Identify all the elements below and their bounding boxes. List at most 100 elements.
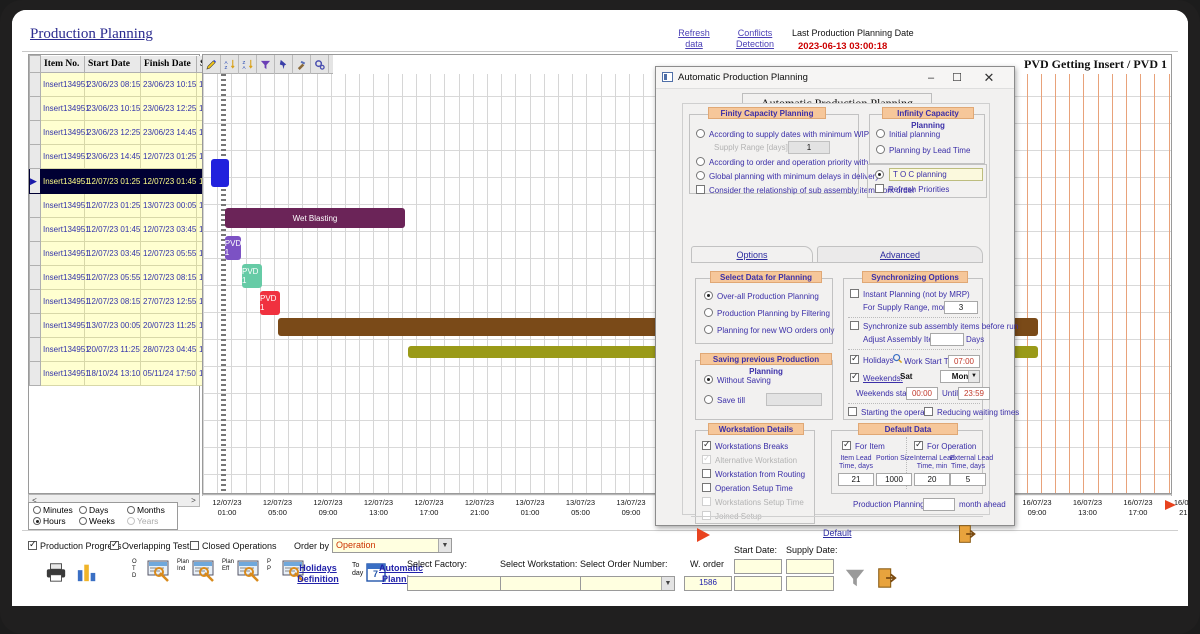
sync-sub-assembly-checkbox[interactable]: Synchronize sub assembly items before ru… <box>850 321 1018 331</box>
save-till-field[interactable] <box>766 393 822 406</box>
cell-item-no[interactable]: Insert134951 <box>40 289 90 314</box>
chevron-down-icon[interactable]: ▼ <box>661 577 674 590</box>
table-row[interactable]: Insert134951 13/07/23 00:05 20/07/23 11:25… <box>29 313 211 338</box>
checkbox-production-progress[interactable]: Production Progress <box>28 539 122 551</box>
cell-start-date[interactable]: 20/07/23 11:25 <box>84 337 141 362</box>
default-field-1-value[interactable]: 1000 <box>876 473 912 486</box>
cell-start-date[interactable]: 23/06/23 08:15 <box>84 72 141 97</box>
holidays-checkbox[interactable]: Holidays <box>850 353 894 365</box>
print-icon[interactable] <box>44 561 68 586</box>
finity-option-supply-dates[interactable]: According to supply dates with minimum W… <box>696 129 869 139</box>
time-unit-months[interactable]: Months <box>127 505 165 515</box>
cell-item-no[interactable]: Insert134951 <box>40 337 90 362</box>
table-row[interactable]: Insert134951 20/07/23 11:25 28/07/23 04:45… <box>29 337 211 362</box>
gantt-bar[interactable]: Wet Blasting <box>225 208 405 228</box>
select-data-option-1[interactable]: Production Planning by Filtering <box>704 308 830 318</box>
default-field-0-value[interactable]: 21 <box>838 473 874 486</box>
until-field[interactable]: 23:59 <box>958 387 990 400</box>
cell-item-no[interactable]: Insert134951 <box>40 193 90 218</box>
row-selector[interactable] <box>29 96 41 121</box>
weekends-checkbox[interactable]: Weekends: <box>850 371 903 383</box>
dialog-titlebar[interactable]: Automatic Production Planning – ☐ ✕ <box>656 67 1014 89</box>
magnifier-icon[interactable] <box>892 353 903 367</box>
cell-finish-date[interactable]: 23/06/23 12:25 <box>140 96 197 121</box>
cell-start-date[interactable]: 23/06/23 14:45 <box>84 144 141 169</box>
settings-gears-icon[interactable] <box>311 55 329 74</box>
time-unit-days[interactable]: Days <box>79 505 108 515</box>
starting-in-break-checkbox[interactable]: Starting the operation in a bre <box>848 407 924 417</box>
hammer-icon[interactable] <box>293 55 311 74</box>
row-selector[interactable] <box>29 289 41 314</box>
plan-eff-icon[interactable]: Plan Eff <box>222 559 266 587</box>
cell-finish-date[interactable]: 28/07/23 04:45 <box>140 337 197 362</box>
cell-finish-date[interactable]: 12/07/23 03:45 <box>140 217 197 242</box>
row-selector[interactable] <box>29 361 41 386</box>
exit-door-icon[interactable] <box>957 524 977 547</box>
row-selector[interactable] <box>29 193 41 218</box>
gantt-bar[interactable] <box>211 159 229 187</box>
cell-finish-date[interactable]: 12/07/23 05:55 <box>140 241 197 266</box>
cell-start-date[interactable]: 18/10/24 13:10 <box>84 361 141 386</box>
cell-finish-date[interactable]: 12/07/23 01:45 <box>140 168 197 194</box>
select-data-option-0[interactable]: Over-all Production Planning <box>704 291 819 301</box>
cell-finish-date[interactable]: 23/06/23 10:15 <box>140 72 197 97</box>
sort-ascending-icon[interactable]: AZ <box>221 55 239 74</box>
close-button[interactable]: ✕ <box>976 69 1002 87</box>
row-selector[interactable] <box>29 265 41 290</box>
table-row[interactable]: Insert134951 12/07/23 03:45 12/07/23 05:55… <box>29 241 211 266</box>
automatic-production-planning-dialog[interactable]: Automatic Production Planning – ☐ ✕ Auto… <box>655 66 1019 543</box>
red-flag-run-icon[interactable] <box>697 528 710 542</box>
cell-finish-date[interactable]: 12/07/23 01:25 <box>140 144 197 169</box>
chart-icon[interactable] <box>76 561 98 586</box>
cell-start-date[interactable]: 23/06/23 12:25 <box>84 120 141 145</box>
work-start-time-field[interactable]: 07:00 <box>948 355 980 368</box>
start-date-to-field[interactable] <box>734 576 782 591</box>
otd-report-icon[interactable]: OTD <box>132 559 176 587</box>
cell-finish-date[interactable]: 12/07/23 08:15 <box>140 265 197 290</box>
worder-value-field[interactable]: 1586 <box>684 576 732 591</box>
time-unit-weeks[interactable]: Weeks <box>79 516 115 526</box>
infinity-option-lead-time[interactable]: Planning by Lead Time <box>876 145 970 155</box>
time-unit-minutes[interactable]: Minutes <box>33 505 73 515</box>
checkbox-closed-operations[interactable]: Closed Operations <box>190 541 277 551</box>
default-field-3-value[interactable]: 5 <box>950 473 986 486</box>
plan-ind-icon[interactable]: Plan Ind <box>177 559 221 587</box>
row-selector[interactable] <box>29 72 41 97</box>
workstation-option-3[interactable]: Operation Setup Time <box>702 483 793 493</box>
time-unit-hours[interactable]: Hours <box>33 516 66 526</box>
default-link[interactable]: Default <box>823 528 852 538</box>
column-header-start-date[interactable]: Start Date <box>84 55 141 73</box>
table-row[interactable]: Insert134951 23/06/23 12:25 23/06/23 14:45… <box>29 120 211 145</box>
cell-finish-date[interactable]: 23/06/23 14:45 <box>140 120 197 145</box>
sync-supply-range-field[interactable]: 3 <box>944 301 978 314</box>
cell-finish-date[interactable]: 05/11/24 17:50 <box>140 361 197 386</box>
planning-for-field[interactable] <box>923 498 955 511</box>
row-selector[interactable] <box>29 241 41 266</box>
select-data-option-2[interactable]: Planning for new WO orders only <box>704 325 834 335</box>
gantt-bar[interactable]: PVD 1 <box>242 264 262 288</box>
cell-item-no[interactable]: Insert134951 <box>40 96 90 121</box>
cell-start-date[interactable]: 12/07/23 08:15 <box>84 289 141 314</box>
sort-descending-icon[interactable]: ZA <box>239 55 257 74</box>
adjust-assembly-field[interactable] <box>930 333 964 346</box>
order-by-select[interactable]: Operation ▼ <box>332 538 452 553</box>
row-selector[interactable] <box>29 120 41 145</box>
table-row[interactable]: Insert134951 12/07/23 01:25 13/07/23 00:05… <box>29 193 211 218</box>
for-item-checkbox[interactable]: For Item <box>842 439 885 451</box>
workstation-option-2[interactable]: Workstation from Routing <box>702 469 805 479</box>
cell-finish-date[interactable]: 20/07/23 11:25 <box>140 313 197 338</box>
supply-date-from-field[interactable] <box>786 559 834 574</box>
supply-date-to-field[interactable] <box>786 576 834 591</box>
cell-start-date[interactable]: 12/07/23 01:25 <box>84 168 141 194</box>
default-field-2-value[interactable]: 20 <box>914 473 950 486</box>
supply-range-field[interactable]: 1 <box>788 141 830 154</box>
table-row[interactable]: Insert134951 18/10/24 13:10 05/11/24 17:50… <box>29 361 211 386</box>
table-row[interactable]: Insert134951 12/07/23 08:15 27/07/23 12:55… <box>29 289 211 314</box>
weekends-start-field[interactable]: 00:00 <box>906 387 938 400</box>
row-selector[interactable] <box>29 313 41 338</box>
reducing-waiting-times-checkbox[interactable]: Reducing waiting times <box>924 407 1019 417</box>
refresh-data-link[interactable]: Refresh data <box>666 28 722 50</box>
row-selector[interactable] <box>29 337 41 362</box>
chevron-down-icon[interactable]: ▼ <box>438 539 451 552</box>
exit-door-icon[interactable] <box>876 567 898 592</box>
